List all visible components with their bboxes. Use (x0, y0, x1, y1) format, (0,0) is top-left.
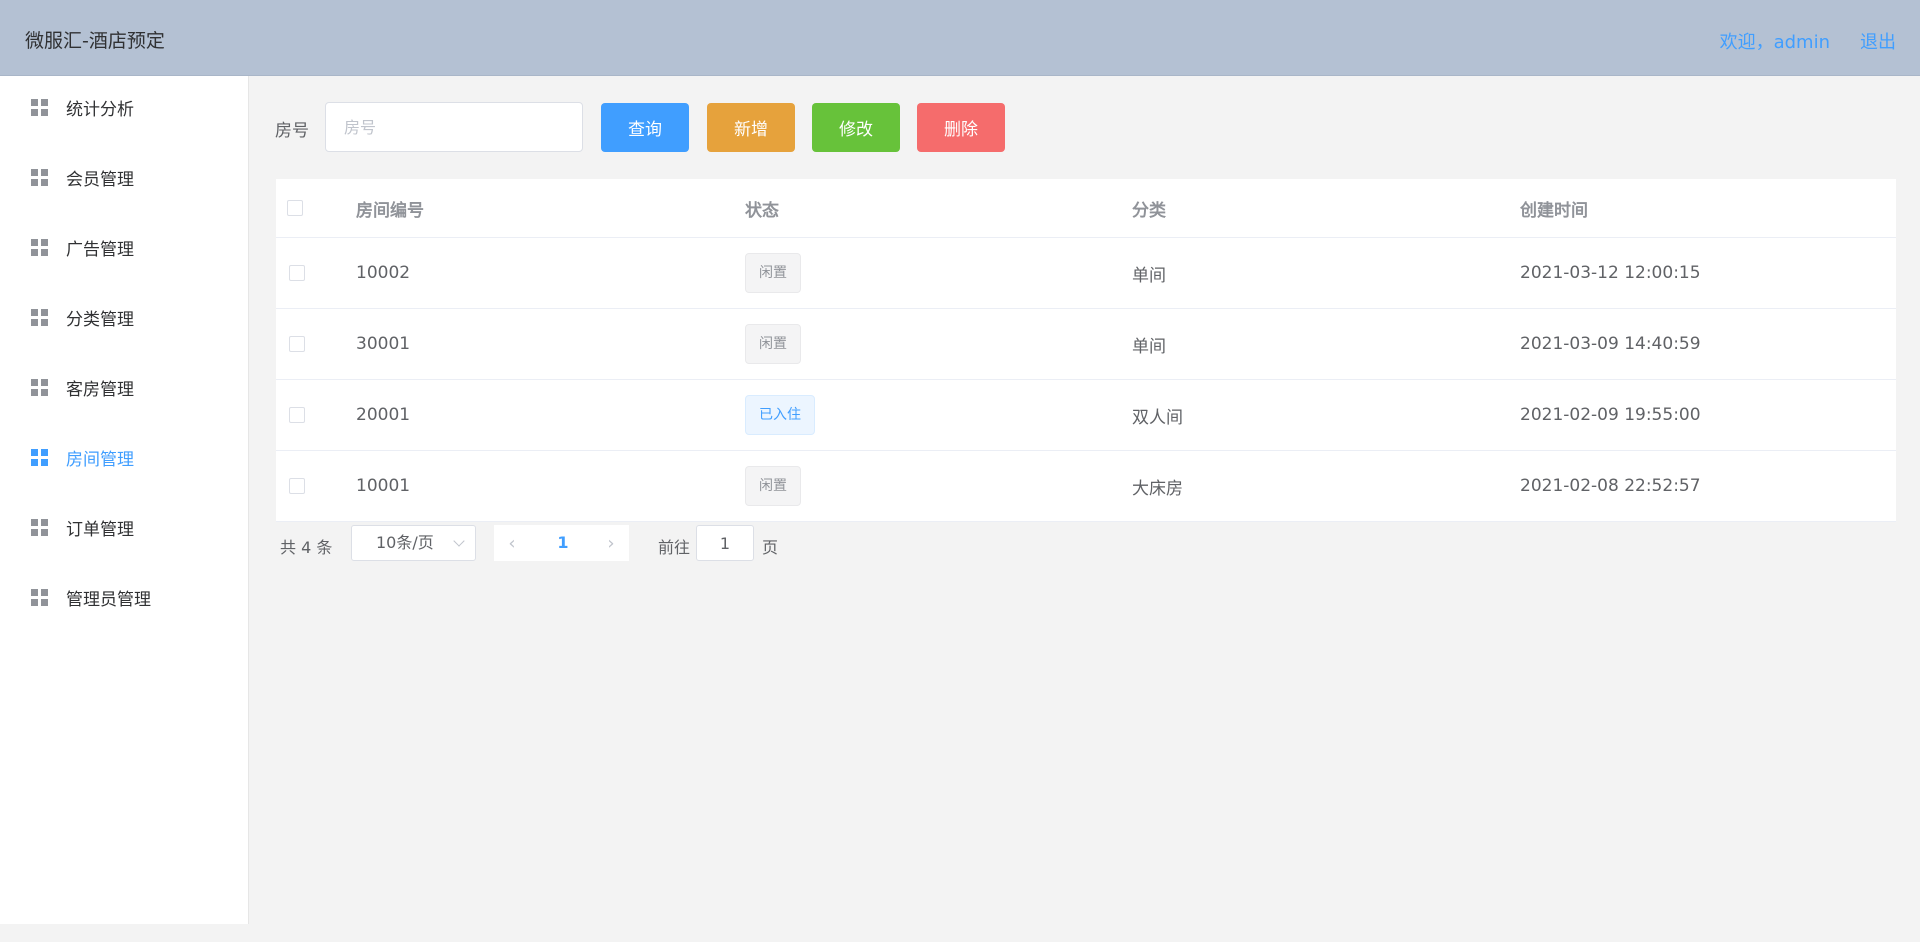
row-checkbox[interactable] (289, 336, 305, 352)
column-header-category: 分类 (1132, 200, 1166, 221)
pagination: 共 4 条 10条/页 ‹ 1 › 前往 页 (276, 524, 976, 562)
welcome-user-link[interactable]: 欢迎，admin (1720, 28, 1830, 54)
status-badge: 闲置 (745, 466, 801, 506)
status-badge: 闲置 (745, 253, 801, 293)
select-all-checkbox[interactable] (287, 200, 303, 216)
column-header-room-number: 房间编号 (356, 200, 424, 221)
grid-icon (31, 238, 48, 256)
sidebar-item-categories[interactable]: 分类管理 (0, 289, 248, 345)
row-checkbox[interactable] (289, 478, 305, 494)
table-row[interactable]: 20001 已入住 双人间 2021-02-09 19:55:00 (276, 380, 1896, 451)
status-badge: 已入住 (745, 395, 815, 435)
category-cell: 单间 (1132, 336, 1166, 357)
sidebar: 统计分析 会员管理 广告管理 分类管理 客房管理 房间管理 订单管理 管理员管理 (0, 76, 249, 924)
goto-page-input[interactable] (696, 525, 754, 561)
room-number-cell: 20001 (356, 405, 411, 425)
sidebar-item-label: 订单管理 (66, 519, 134, 540)
sidebar-item-label: 统计分析 (66, 99, 134, 120)
table-header: 房间编号 状态 分类 创建时间 (276, 179, 1896, 238)
row-checkbox[interactable] (289, 407, 305, 423)
column-header-status: 状态 (745, 200, 779, 221)
edit-button[interactable]: 修改 (812, 103, 900, 152)
query-button[interactable]: 查询 (601, 103, 689, 152)
grid-icon (31, 98, 48, 116)
room-number-cell: 30001 (356, 334, 411, 354)
sidebar-item-label: 客房管理 (66, 379, 134, 400)
created-time-cell: 2021-02-09 19:55:00 (1520, 405, 1701, 425)
grid-icon (31, 308, 48, 326)
page-unit-label: 页 (762, 538, 779, 557)
sidebar-item-room-types[interactable]: 客房管理 (0, 359, 248, 415)
sidebar-item-ads[interactable]: 广告管理 (0, 219, 248, 275)
grid-icon (31, 518, 48, 536)
table-row[interactable]: 30001 闲置 单间 2021-03-09 14:40:59 (276, 309, 1896, 380)
row-checkbox[interactable] (289, 265, 305, 281)
category-cell: 单间 (1132, 265, 1166, 286)
chevron-down-icon (453, 535, 465, 547)
created-time-cell: 2021-03-09 14:40:59 (1520, 334, 1701, 354)
room-number-input[interactable] (325, 102, 583, 152)
sidebar-item-statistics[interactable]: 统计分析 (0, 79, 248, 135)
grid-icon (31, 448, 48, 466)
status-badge: 闲置 (745, 324, 801, 364)
logout-link[interactable]: 退出 (1860, 28, 1896, 54)
grid-icon (31, 588, 48, 606)
page-size-value: 10条/页 (376, 533, 434, 552)
page-size-select[interactable]: 10条/页 (351, 525, 476, 561)
sidebar-item-admins[interactable]: 管理员管理 (0, 569, 248, 625)
app-title: 微服汇-酒店预定 (25, 30, 165, 52)
sidebar-item-members[interactable]: 会员管理 (0, 149, 248, 205)
table-row[interactable]: 10001 闲置 大床房 2021-02-08 22:52:57 (276, 451, 1896, 522)
room-number-label: 房号 (275, 121, 309, 141)
sidebar-item-label: 分类管理 (66, 309, 134, 330)
main-content: 房号 查询 新增 修改 删除 房间编号 状态 分类 创建时间 10002 闲置 … (249, 76, 1920, 924)
total-count: 共 4 条 (280, 538, 333, 557)
table-row[interactable]: 10002 闲置 单间 2021-03-12 12:00:15 (276, 238, 1896, 309)
grid-icon (31, 168, 48, 186)
created-time-cell: 2021-02-08 22:52:57 (1520, 476, 1701, 496)
column-header-created-time: 创建时间 (1520, 200, 1588, 221)
room-number-cell: 10001 (356, 476, 411, 496)
sidebar-item-label: 房间管理 (66, 449, 134, 470)
add-button[interactable]: 新增 (707, 103, 795, 152)
sidebar-item-orders[interactable]: 订单管理 (0, 499, 248, 555)
next-page-button[interactable]: › (593, 525, 629, 561)
created-time-cell: 2021-03-12 12:00:15 (1520, 263, 1701, 283)
grid-icon (31, 378, 48, 396)
sidebar-item-label: 广告管理 (66, 239, 134, 260)
page-number-button[interactable]: 1 (548, 525, 578, 561)
category-cell: 双人间 (1132, 407, 1183, 428)
page-buttons: ‹ 1 › (494, 525, 629, 561)
app-header: 微服汇-酒店预定 欢迎，admin 退出 (0, 0, 1920, 76)
sidebar-item-label: 会员管理 (66, 169, 134, 190)
rooms-table: 房间编号 状态 分类 创建时间 10002 闲置 单间 2021-03-12 1… (276, 179, 1896, 522)
goto-label: 前往 (658, 538, 691, 557)
category-cell: 大床房 (1132, 478, 1183, 499)
prev-page-button[interactable]: ‹ (494, 525, 530, 561)
sidebar-item-rooms[interactable]: 房间管理 (0, 429, 248, 485)
sidebar-item-label: 管理员管理 (66, 589, 151, 610)
room-number-cell: 10002 (356, 263, 411, 283)
delete-button[interactable]: 删除 (917, 103, 1005, 152)
